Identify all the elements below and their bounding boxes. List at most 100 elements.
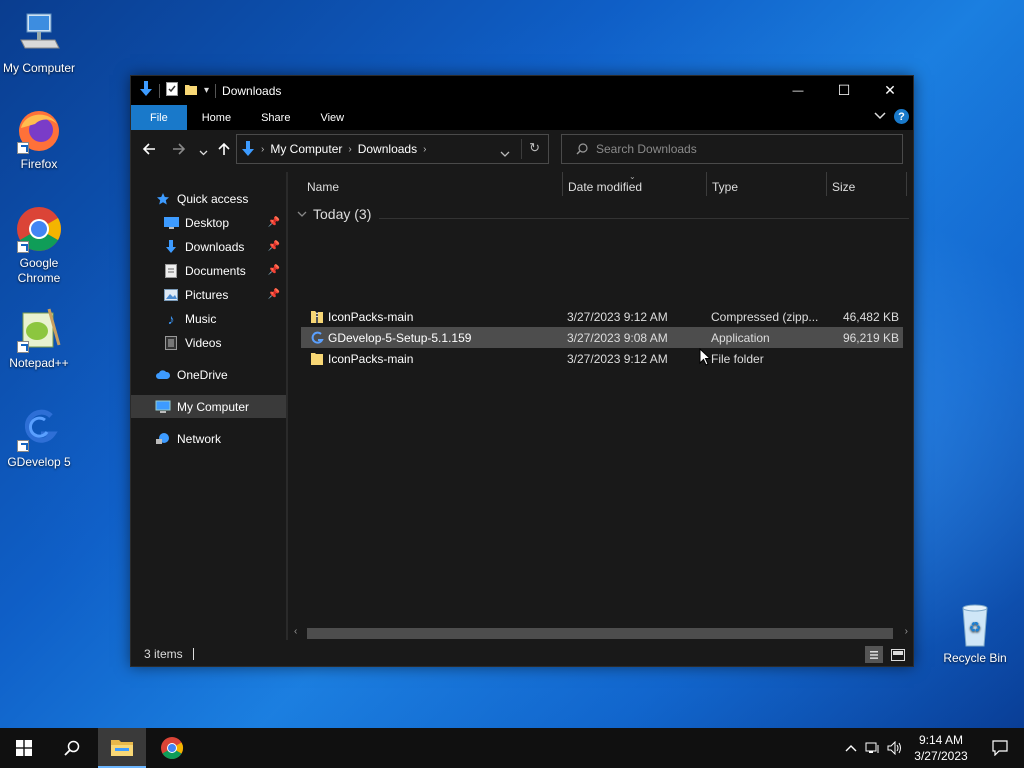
file-date: 3/27/2023 9:12 AM xyxy=(567,352,668,366)
desktop-folder-icon xyxy=(163,215,179,231)
show-hidden-icons-chevron-icon[interactable] xyxy=(840,728,862,768)
chrome-icon xyxy=(161,737,183,759)
horizontal-scrollbar[interactable]: ‹ › xyxy=(289,625,913,642)
desktop-icon-firefox[interactable]: Firefox xyxy=(1,106,77,172)
tab-share[interactable]: Share xyxy=(246,105,305,130)
column-divider[interactable] xyxy=(562,172,563,196)
file-name: IconPacks-main xyxy=(328,310,414,324)
scroll-right-icon[interactable]: › xyxy=(905,626,908,637)
clock[interactable]: 9:14 AM 3/27/2023 xyxy=(906,732,976,764)
scroll-left-icon[interactable]: ‹ xyxy=(294,626,297,637)
search-input[interactable] xyxy=(596,142,876,156)
file-type: Compressed (zipp... xyxy=(711,310,819,324)
nav-item-documents[interactable]: Documents 📌 xyxy=(131,259,286,282)
desktop-icon-notepadpp[interactable]: Notepad++ xyxy=(1,305,77,371)
item-count: 3 items xyxy=(144,647,183,661)
tab-file[interactable]: File xyxy=(131,105,187,130)
pane-splitter[interactable] xyxy=(286,172,288,640)
notepadpp-icon xyxy=(15,305,63,353)
computer-icon xyxy=(155,399,171,415)
column-divider[interactable] xyxy=(906,172,907,196)
column-divider[interactable] xyxy=(826,172,827,196)
column-divider[interactable] xyxy=(706,172,707,196)
address-divider xyxy=(521,139,522,159)
refresh-icon[interactable]: ↻ xyxy=(529,140,540,156)
download-arrow-icon xyxy=(139,81,153,100)
nav-item-videos[interactable]: Videos xyxy=(131,331,286,354)
file-name: GDevelop-5-Setup-5.1.159 xyxy=(328,331,472,345)
desktop-icon-my-computer[interactable]: My Computer xyxy=(1,10,77,76)
scrollbar-thumb[interactable] xyxy=(307,628,893,639)
file-row[interactable]: IconPacks-main 3/27/2023 9:12 AM File fo… xyxy=(301,348,903,369)
up-button[interactable] xyxy=(217,142,231,160)
column-header-date-modified[interactable]: Date modified xyxy=(568,172,708,202)
title-bar[interactable]: ▾ Downloads — ☐ ✕ xyxy=(131,76,913,105)
file-name: IconPacks-main xyxy=(328,352,414,366)
taskbar-file-explorer[interactable] xyxy=(98,728,146,768)
start-button[interactable] xyxy=(0,728,48,768)
search-button[interactable] xyxy=(48,728,96,768)
star-icon xyxy=(155,191,171,207)
large-icons-view-button[interactable] xyxy=(889,646,907,663)
column-label: Date modified xyxy=(568,180,643,194)
network-status-icon[interactable] xyxy=(862,728,884,768)
recent-locations-chevron-icon[interactable] xyxy=(199,143,208,160)
taskbar-chrome[interactable] xyxy=(148,728,196,768)
shortcut-arrow-icon xyxy=(17,341,29,353)
nav-item-label: Network xyxy=(177,431,222,446)
file-type: Application xyxy=(711,331,770,345)
group-header-today[interactable]: Today (3) xyxy=(297,206,371,222)
nav-item-quick-access[interactable]: Quick access xyxy=(131,187,286,210)
nav-item-network[interactable]: Network xyxy=(131,427,286,450)
help-button[interactable]: ? xyxy=(894,109,909,124)
breadcrumb-my-computer[interactable]: My Computer xyxy=(270,142,342,156)
expand-ribbon-chevron-icon[interactable] xyxy=(874,111,886,123)
nav-item-onedrive[interactable]: OneDrive xyxy=(131,363,286,386)
taskbar: 9:14 AM 3/27/2023 xyxy=(0,728,1024,768)
column-label: Name xyxy=(307,180,340,194)
back-button[interactable] xyxy=(142,142,156,160)
desktop-icon-label: Notepad++ xyxy=(9,356,69,370)
tab-label: View xyxy=(320,111,345,124)
large-icons-view-icon xyxy=(891,648,905,661)
shortcut-arrow-icon xyxy=(17,142,29,154)
properties-icon[interactable] xyxy=(166,82,178,99)
file-row[interactable]: IconPacks-main 3/27/2023 9:12 AM Compres… xyxy=(301,306,903,327)
desktop-icon-chrome[interactable]: Google Chrome xyxy=(1,205,77,286)
minimize-button[interactable]: — xyxy=(775,76,821,105)
close-button[interactable]: ✕ xyxy=(867,76,913,105)
desktop-icon-gdevelop[interactable]: GDevelop 5 xyxy=(1,404,77,470)
tab-home[interactable]: Home xyxy=(187,105,246,130)
tab-view[interactable]: View xyxy=(305,105,359,130)
address-dropdown-chevron-icon[interactable] xyxy=(500,146,510,160)
volume-icon[interactable] xyxy=(884,728,906,768)
nav-item-my-computer[interactable]: My Computer xyxy=(131,395,286,418)
nav-item-music[interactable]: ♪ Music xyxy=(131,307,286,330)
ribbon-tabs: File Home Share View ? xyxy=(131,105,913,130)
maximize-icon: ☐ xyxy=(837,82,851,98)
column-header-size[interactable]: Size xyxy=(832,172,902,202)
details-view-button[interactable] xyxy=(865,646,883,663)
file-row[interactable]: GDevelop-5-Setup-5.1.159 3/27/2023 9:08 … xyxy=(301,327,903,348)
file-size: 96,219 KB xyxy=(842,331,899,345)
nav-item-pictures[interactable]: Pictures 📌 xyxy=(131,283,286,306)
file-date: 3/27/2023 9:08 AM xyxy=(567,331,668,345)
address-bar[interactable]: › My Computer › Downloads › ↻ xyxy=(236,134,549,164)
customize-quick-access-icon[interactable]: ▾ xyxy=(204,85,209,96)
desktop-icon-recycle-bin[interactable]: ♻ Recycle Bin xyxy=(937,600,1013,666)
nav-item-label: Quick access xyxy=(177,191,249,206)
action-center-button[interactable] xyxy=(976,728,1024,768)
nav-item-downloads[interactable]: Downloads 📌 xyxy=(131,235,286,258)
svg-text:♻: ♻ xyxy=(969,620,982,636)
column-header-type[interactable]: Type xyxy=(712,172,822,202)
new-folder-icon[interactable] xyxy=(184,82,198,99)
forward-button[interactable] xyxy=(172,142,186,160)
nav-item-desktop[interactable]: Desktop 📌 xyxy=(131,211,286,234)
breadcrumb-separator-icon: › xyxy=(348,143,352,155)
maximize-button[interactable]: ☐ xyxy=(821,76,867,105)
group-divider xyxy=(379,218,909,219)
breadcrumb-downloads[interactable]: Downloads xyxy=(358,142,417,156)
column-header-name[interactable]: Name xyxy=(307,172,557,202)
tab-label: Share xyxy=(261,111,291,124)
search-box[interactable] xyxy=(561,134,903,164)
